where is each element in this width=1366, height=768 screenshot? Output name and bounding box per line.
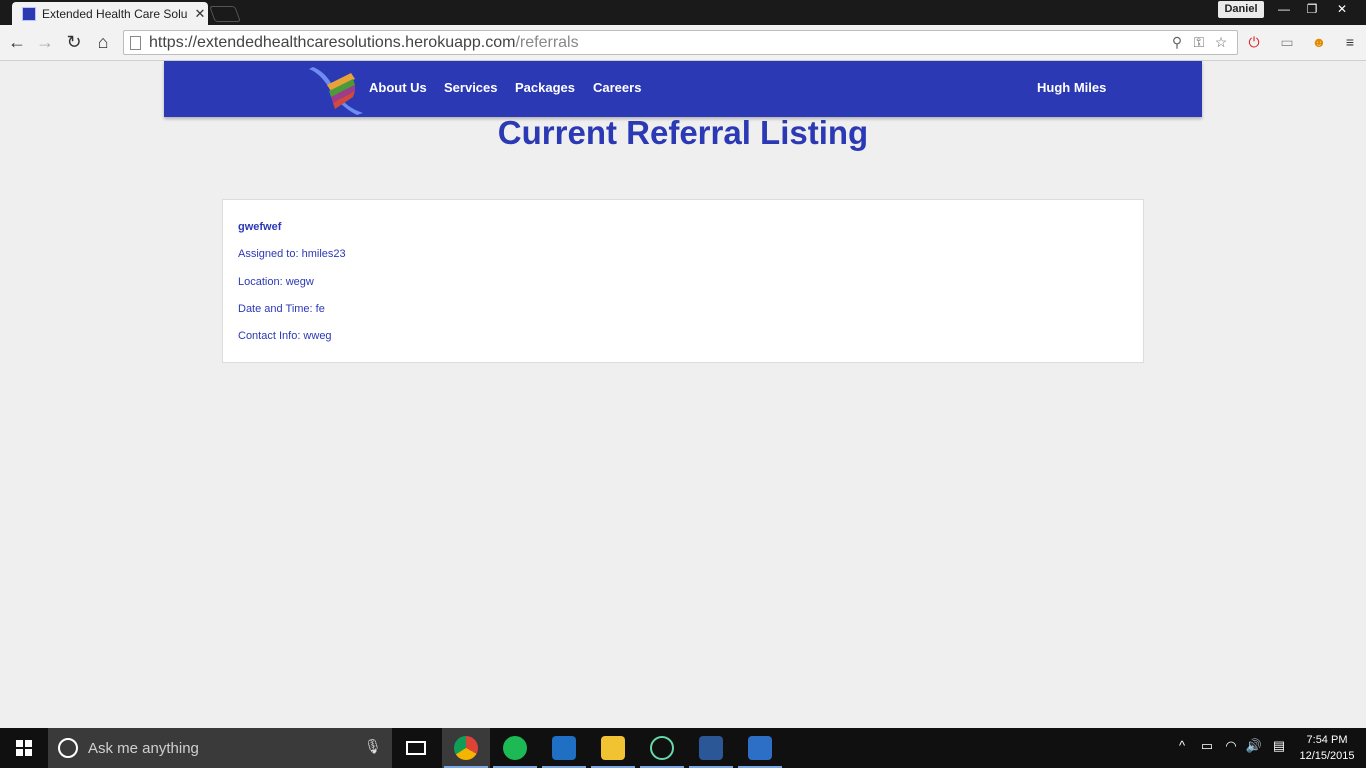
- nav-services[interactable]: Services: [444, 80, 498, 95]
- user-menu[interactable]: Hugh Miles: [1037, 80, 1106, 95]
- referral-card: gwefwef Assigned to: hmiles23 Location: …: [222, 199, 1144, 363]
- nav-careers[interactable]: Careers: [593, 80, 641, 95]
- volume-icon[interactable]: 🔊: [1245, 738, 1263, 754]
- adblock-icon[interactable]: ⏻: [1243, 31, 1265, 53]
- taskbar-chrome[interactable]: [442, 728, 490, 768]
- referral-location: Location: wegw: [238, 276, 314, 288]
- start-button[interactable]: [0, 728, 48, 768]
- profile-button[interactable]: Daniel: [1218, 1, 1264, 18]
- referral-name: gwefwef: [238, 221, 282, 233]
- zoom-icon[interactable]: ⚲: [1168, 33, 1186, 51]
- minimize-icon[interactable]: —: [1270, 0, 1298, 18]
- powershell-icon: [748, 736, 772, 760]
- folder-icon: [601, 736, 625, 760]
- browser-titlebar: Extended Health Care Solu ✕ Daniel — ❐ ✕: [0, 0, 1366, 25]
- url-path: /referrals: [515, 34, 579, 51]
- search-placeholder: Ask me anything: [88, 740, 199, 757]
- referral-contact: Contact Info: wweg: [238, 330, 332, 342]
- tab-close-icon[interactable]: ✕: [192, 6, 208, 22]
- back-icon[interactable]: ←: [6, 31, 28, 53]
- notifications-icon[interactable]: ▤: [1270, 738, 1288, 754]
- show-hidden-icons[interactable]: ^: [1173, 738, 1191, 753]
- site-logo[interactable]: [307, 63, 365, 115]
- page-icon: [130, 36, 141, 50]
- taskbar: Ask me anything 🎙 ^ ▭ ◠ 🔊 ▤ 7:54 PM 12/1…: [0, 728, 1366, 768]
- site-favicon-icon: [22, 6, 36, 21]
- referral-assigned: Assigned to: hmiles23: [238, 248, 346, 260]
- address-url[interactable]: https://extendedhealthcaresolutions.hero…: [149, 34, 579, 52]
- browser-toolbar: ← → ↻ ⌂ https://extendedhealthcaresoluti…: [0, 25, 1366, 61]
- taskbar-powershell[interactable]: [736, 728, 784, 768]
- taskbar-word[interactable]: [687, 728, 735, 768]
- address-bar[interactable]: https://extendedhealthcaresolutions.hero…: [123, 30, 1238, 55]
- url-host: https://extendedhealthcaresolutions.hero…: [149, 34, 516, 51]
- cortana-icon: [58, 738, 78, 758]
- page-title: Current Referral Listing: [497, 114, 869, 151]
- atom-icon: [650, 736, 674, 760]
- home-icon[interactable]: ⌂: [92, 31, 114, 53]
- restore-icon[interactable]: ❐: [1298, 0, 1326, 18]
- windows-icon: [16, 740, 32, 756]
- close-window-icon[interactable]: ✕: [1326, 0, 1358, 18]
- tab-title: Extended Health Care Solu: [42, 6, 188, 21]
- reload-icon[interactable]: ↻: [63, 31, 85, 53]
- system-clock[interactable]: 7:54 PM 12/15/2015: [1292, 732, 1362, 764]
- browser-tab[interactable]: Extended Health Care Solu ✕: [12, 2, 208, 25]
- nav-about-us[interactable]: About Us: [369, 80, 427, 95]
- clock-date: 12/15/2015: [1299, 750, 1355, 762]
- cortana-search[interactable]: Ask me anything 🎙: [48, 728, 392, 768]
- spotify-icon: [503, 736, 527, 760]
- nav-packages[interactable]: Packages: [515, 80, 575, 95]
- site-header: About Us Services Packages Careers Hugh …: [164, 61, 1202, 117]
- clock-time: 7:54 PM: [1306, 734, 1348, 746]
- microphone-icon[interactable]: 🎙: [364, 738, 382, 758]
- extension-icon[interactable]: ☻: [1308, 31, 1330, 53]
- taskbar-atom[interactable]: [638, 728, 686, 768]
- referral-datetime: Date and Time: fe: [238, 303, 325, 315]
- outlook-icon: [552, 736, 576, 760]
- cast-icon[interactable]: ▭: [1276, 31, 1298, 53]
- key-icon[interactable]: ⚿: [1190, 33, 1208, 51]
- taskbar-outlook[interactable]: [540, 728, 588, 768]
- taskbar-file-explorer[interactable]: [589, 728, 637, 768]
- chrome-menu-icon[interactable]: ≡: [1339, 31, 1361, 53]
- taskbar-spotify[interactable]: [491, 728, 539, 768]
- forward-icon[interactable]: →: [34, 31, 56, 53]
- task-view-icon: [406, 741, 426, 755]
- bookmark-star-icon[interactable]: ☆: [1212, 33, 1230, 51]
- battery-icon[interactable]: ▭: [1198, 738, 1216, 754]
- word-icon: [699, 736, 723, 760]
- chrome-icon: [454, 736, 478, 760]
- wifi-icon[interactable]: ◠: [1222, 738, 1240, 754]
- new-tab-button[interactable]: [209, 6, 241, 22]
- task-view-button[interactable]: [392, 728, 440, 768]
